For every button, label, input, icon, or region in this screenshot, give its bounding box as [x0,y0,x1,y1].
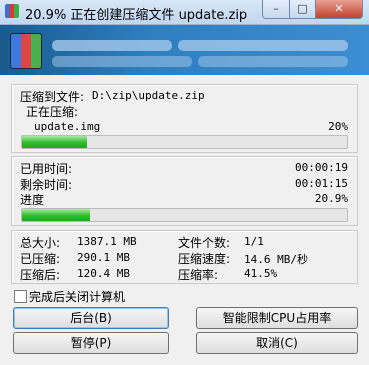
current-file-progress-bar [21,135,348,149]
current-file-name: update.img [34,120,101,133]
overall-progress-percent: 20.9% [314,192,348,205]
elapsed-time-label: 已用时间: [20,162,73,176]
minimize-button[interactable]: – [262,0,290,19]
file-count-value: 1/1 [244,235,264,248]
current-file-progress-fill [22,136,87,148]
speed-value: 14.6 MB/秒 [244,253,308,266]
pause-button[interactable]: 暂停(P) [13,332,169,354]
blurred-banner-text [198,56,348,67]
maximize-button[interactable]: □ [289,0,316,19]
after-compress-value: 120.4 MB [77,267,130,280]
compressing-label: 正在压缩: [26,105,79,119]
window-title: 20.9% 正在创建压缩文件 update.zip [25,8,248,23]
background-button[interactable]: 后台(B) [13,307,169,329]
current-file-percent: 20% [328,120,348,133]
overall-progress-bar [21,208,348,222]
elapsed-time-value: 00:00:19 [295,161,348,174]
time-panel: 已用时间: 00:00:19 剩余时间: 00:01:15 进度 20.9% [11,156,358,226]
remaining-time-value: 00:01:15 [295,177,348,190]
shutdown-checkbox[interactable] [14,290,27,303]
stats-panel: 总大小: 1387.1 MB 已压缩: 290.1 MB 压缩后: 120.4 … [11,230,358,284]
cancel-button[interactable]: 取消(C) [196,332,358,354]
shutdown-checkbox-label[interactable]: 完成后关闭计算机 [29,288,125,305]
title-bar[interactable]: 20.9% 正在创建压缩文件 update.zip – □ ✕ [0,0,369,25]
blurred-banner-text [178,40,348,51]
progress-label: 进度 [20,193,45,207]
winrar-app-icon [5,4,19,18]
speed-label: 压缩速度: [178,252,231,266]
header-banner [0,25,369,75]
limit-cpu-button[interactable]: 智能限制CPU占用率 [196,307,358,329]
archive-panel: 压缩到文件: D:\zip\update.zip 正在压缩: update.im… [11,84,358,153]
compress-to-path: D:\zip\update.zip [92,89,205,102]
compressed-value: 290.1 MB [77,251,130,264]
winrar-logo-icon [10,33,42,69]
blurred-banner-text [52,56,192,67]
blurred-banner-text [52,40,172,51]
total-size-label: 总大小: [20,236,61,250]
overall-progress-fill [22,209,90,221]
close-button[interactable]: ✕ [315,0,363,19]
ratio-label: 压缩率: [178,268,219,282]
file-count-label: 文件个数: [178,236,231,250]
compressed-label: 已压缩: [20,252,61,266]
after-compress-label: 压缩后: [20,268,61,282]
ratio-value: 41.5% [244,267,278,280]
total-size-value: 1387.1 MB [77,235,137,248]
